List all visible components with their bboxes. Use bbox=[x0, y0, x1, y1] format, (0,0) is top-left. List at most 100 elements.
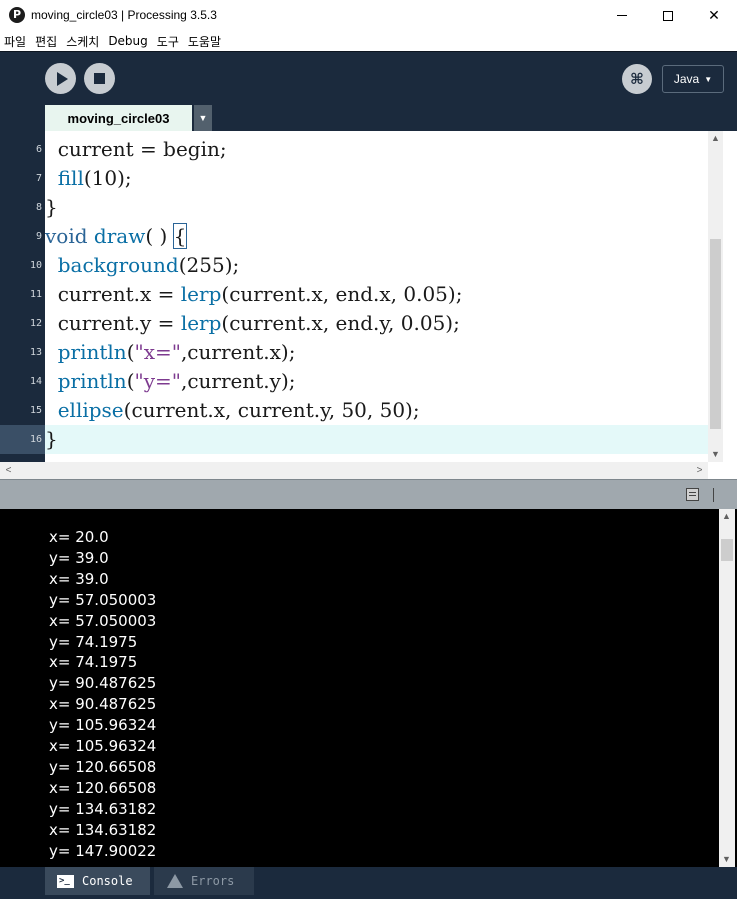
console-line: y= 57.050003 bbox=[49, 590, 157, 609]
tab-errors[interactable]: Errors bbox=[154, 867, 254, 895]
tab-console[interactable]: >_ Console bbox=[45, 867, 150, 895]
close-button[interactable]: ✕ bbox=[691, 0, 737, 31]
code-token: current = begin; bbox=[45, 137, 227, 161]
line-number: 14 bbox=[29, 376, 42, 387]
console-scroll-thumb[interactable] bbox=[721, 539, 733, 561]
code-line[interactable]: println("y=",current.y); bbox=[45, 367, 708, 396]
code-token: (current.x, end.x, 0.05); bbox=[221, 282, 463, 306]
run-button[interactable] bbox=[45, 63, 76, 94]
debug-button[interactable]: ⌘ bbox=[622, 64, 652, 94]
code-line[interactable]: } bbox=[45, 425, 708, 454]
console-line: x= 74.1975 bbox=[49, 653, 138, 672]
tab-moving-circle03[interactable]: moving_circle03 bbox=[45, 105, 192, 131]
code-token: ,current.x); bbox=[180, 340, 296, 364]
console-line: x= 120.66508 bbox=[49, 778, 157, 797]
toolbar: ⌘ Java ▼ bbox=[0, 51, 737, 105]
menu-tools[interactable]: 도구 bbox=[157, 33, 179, 50]
scroll-up-icon[interactable]: ▲ bbox=[719, 509, 734, 524]
console-line: y= 74.1975 bbox=[49, 632, 138, 651]
code-token: (current.x, current.y, 50, 50); bbox=[123, 398, 420, 422]
console-divider[interactable] bbox=[0, 479, 737, 509]
code-editor: 6 7 8 9 10 11 12 13 14 15 16 current = begin; fill… bbox=[0, 131, 737, 462]
stop-button[interactable] bbox=[84, 63, 115, 94]
console-line: y= 120.66508 bbox=[49, 757, 157, 776]
menu-help[interactable]: 도움말 bbox=[188, 33, 221, 50]
console-line: x= 105.96324 bbox=[49, 737, 157, 756]
code-token: } bbox=[45, 427, 58, 451]
console-line: x= 57.050003 bbox=[49, 611, 157, 630]
menu-debug[interactable]: Debug bbox=[108, 34, 147, 48]
maximize-button[interactable] bbox=[645, 0, 691, 31]
maximize-icon bbox=[663, 10, 673, 21]
code-token: ( ) bbox=[145, 224, 174, 248]
editor-horizontal-scrollbar[interactable]: < > bbox=[0, 462, 708, 479]
code-token: { bbox=[172, 223, 188, 249]
code-token: current.x = bbox=[45, 282, 181, 306]
scroll-right-icon[interactable]: > bbox=[691, 462, 708, 479]
code-line[interactable]: background(255); bbox=[45, 251, 708, 280]
chevron-down-icon: ▼ bbox=[198, 113, 208, 123]
code-token: fill bbox=[57, 166, 84, 190]
menu-edit[interactable]: 편집 bbox=[35, 33, 57, 50]
tab-menu-button[interactable]: ▼ bbox=[194, 105, 212, 131]
mode-selector[interactable]: Java ▼ bbox=[662, 65, 724, 93]
line-number: 11 bbox=[29, 289, 42, 300]
code-line[interactable]: void draw( ) { bbox=[45, 222, 708, 251]
code-token: (255); bbox=[178, 253, 240, 277]
console-output: x= 20.0 y= 39.0 x= 39.0 y= 57.050003 x= 57.0… bbox=[49, 527, 156, 862]
scroll-left-icon[interactable]: < bbox=[0, 462, 17, 479]
code-line[interactable]: current.x = lerp(current.x, end.x, 0.05)… bbox=[45, 280, 708, 309]
stop-icon bbox=[94, 73, 105, 84]
scroll-corner bbox=[708, 462, 737, 479]
code-line[interactable]: current.y = lerp(current.x, end.y, 0.05)… bbox=[45, 309, 708, 338]
tab-errors-label: Errors bbox=[191, 874, 235, 888]
code-line[interactable]: ellipse(current.x, current.y, 50, 50); bbox=[45, 396, 708, 425]
console-line: y= 105.96324 bbox=[49, 716, 157, 735]
code-token: println bbox=[57, 340, 127, 364]
debug-icon: ⌘ bbox=[630, 70, 644, 88]
tab-console-label: Console bbox=[82, 874, 133, 888]
console-panel: x= 20.0 y= 39.0 x= 39.0 y= 57.050003 x= 57.0… bbox=[0, 509, 737, 867]
code-area[interactable]: current = begin; fill(10);} void draw( ) … bbox=[45, 131, 708, 462]
console-vertical-scrollbar[interactable]: ▲ ▼ bbox=[719, 509, 735, 867]
code-line[interactable]: fill(10); bbox=[45, 164, 708, 193]
scroll-down-icon[interactable]: ▼ bbox=[719, 852, 734, 867]
editor-scroll-thumb[interactable] bbox=[710, 239, 721, 429]
console-line: x= 90.487625 bbox=[49, 695, 157, 714]
editor-vertical-scrollbar[interactable]: ▲ ▼ bbox=[708, 131, 723, 462]
console-line: x= 20.0 bbox=[49, 528, 109, 546]
line-number: 9 bbox=[35, 231, 42, 242]
console-line: y= 90.487625 bbox=[49, 674, 157, 693]
mode-label: Java bbox=[673, 72, 700, 86]
console-line: y= 39.0 bbox=[49, 548, 109, 567]
minimize-button[interactable] bbox=[599, 0, 645, 31]
menu-sketch[interactable]: 스케치 bbox=[66, 33, 99, 50]
scroll-up-icon[interactable]: ▲ bbox=[708, 131, 723, 146]
line-number: 6 bbox=[35, 144, 42, 155]
code-token: ( bbox=[126, 369, 135, 393]
scroll-down-icon[interactable]: ▼ bbox=[708, 447, 723, 462]
warning-icon bbox=[167, 874, 183, 888]
code-line[interactable]: } bbox=[45, 193, 708, 222]
code-token: } bbox=[45, 195, 58, 219]
menu-file[interactable]: 파일 bbox=[4, 33, 26, 50]
divider-separator bbox=[713, 488, 714, 502]
code-token: (10); bbox=[83, 166, 132, 190]
minimize-icon bbox=[617, 15, 627, 16]
line-number: 13 bbox=[29, 347, 42, 358]
code-line[interactable]: current = begin; bbox=[45, 135, 708, 164]
code-line[interactable]: println("x=",current.x); bbox=[45, 338, 708, 367]
code-token: lerp bbox=[180, 282, 222, 306]
console-line: x= 134.63182 bbox=[49, 820, 157, 839]
code-token: current.y = bbox=[45, 311, 181, 335]
code-token: background bbox=[57, 253, 179, 277]
code-token: "y=" bbox=[134, 369, 181, 393]
copy-icon[interactable] bbox=[686, 488, 699, 501]
window-title: moving_circle03 | Processing 3.5.3 bbox=[31, 8, 217, 22]
line-number-gutter: 6 7 8 9 10 11 12 13 14 15 16 bbox=[0, 131, 45, 462]
console-line: y= 147.90022 bbox=[49, 841, 157, 860]
